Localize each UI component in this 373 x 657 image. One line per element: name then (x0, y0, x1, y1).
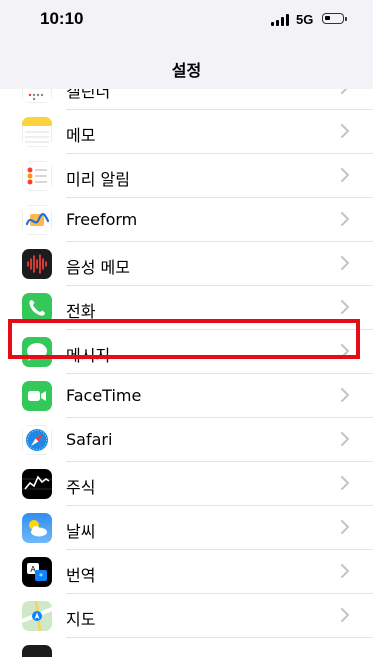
row-label: Freeform (66, 210, 138, 229)
settings-row-notes[interactable]: 메모 (0, 110, 373, 154)
row-label: 미리 알림 (66, 170, 130, 189)
chevron-right-icon (341, 520, 349, 534)
chevron-right-icon (341, 300, 349, 314)
settings-row-partial[interactable] (0, 638, 373, 657)
row-label: 주식 (66, 478, 96, 497)
row-label: 지도 (66, 610, 96, 629)
settings-row-reminders[interactable]: 미리 알림 (0, 154, 373, 198)
settings-row-stocks[interactable]: 주식 (0, 462, 373, 506)
row-label: 전화 (66, 302, 96, 321)
chevron-right-icon (341, 256, 349, 270)
page-title: 설정 (171, 61, 202, 80)
maps-icon (22, 601, 52, 631)
chevron-right-icon (341, 89, 348, 94)
settings-row-phone[interactable]: 전화 (0, 286, 373, 330)
calendar-icon (22, 89, 52, 103)
settings-row-safari[interactable]: Safari (0, 418, 373, 462)
row-label: Safari (66, 430, 113, 449)
row-label: 번역 (66, 566, 96, 585)
row-label: 음성 메모 (66, 258, 130, 277)
chevron-right-icon (341, 168, 349, 182)
row-label: FaceTime (66, 386, 142, 405)
row-label: 캘린더 (66, 89, 111, 101)
chevron-right-icon (341, 564, 349, 578)
clock: 10:10 (40, 9, 84, 28)
chevron-right-icon (341, 124, 349, 138)
status-bar: 10:10 5G (0, 0, 373, 44)
reminders-icon (22, 161, 52, 191)
app-icon (22, 645, 52, 657)
messages-icon (22, 337, 52, 367)
chevron-right-icon (341, 476, 349, 490)
row-label: 날씨 (66, 522, 96, 541)
settings-row-weather[interactable]: 날씨 (0, 506, 373, 550)
chevron-right-icon (341, 212, 349, 226)
chevron-right-icon (341, 344, 349, 358)
freeform-icon (22, 205, 52, 235)
settings-row-calendar[interactable]: 캘린더 (0, 89, 373, 110)
row-label: 메시지 (66, 346, 111, 365)
settings-row-maps[interactable]: 지도 (0, 594, 373, 638)
network-type: 5G (296, 12, 314, 27)
chevron-right-icon (341, 608, 349, 622)
battery-icon (322, 13, 347, 24)
stocks-icon (22, 469, 52, 499)
settings-row-messages[interactable]: 메시지 (0, 330, 373, 374)
voice-memos-icon (22, 249, 52, 279)
signal-icon (271, 14, 291, 26)
weather-icon (22, 513, 52, 543)
translate-icon: A * (22, 557, 52, 587)
settings-list[interactable]: 캘린더 메모 미리 알림 Freeform 음성 메모 전화 메시지 FaceT… (0, 89, 373, 657)
facetime-icon (22, 381, 52, 411)
chevron-right-icon (341, 432, 349, 446)
settings-row-freeform[interactable]: Freeform (0, 198, 373, 242)
navigation-bar: 설정 (0, 44, 373, 90)
settings-row-facetime[interactable]: FaceTime (0, 374, 373, 418)
notes-icon (22, 117, 52, 147)
chevron-right-icon (341, 388, 349, 402)
settings-row-voice-memos[interactable]: 음성 메모 (0, 242, 373, 286)
settings-row-translate[interactable]: A * 번역 (0, 550, 373, 594)
row-label: 메모 (66, 126, 96, 145)
svg-text:*: * (39, 572, 43, 581)
safari-icon (22, 425, 52, 455)
phone-icon (22, 293, 52, 323)
